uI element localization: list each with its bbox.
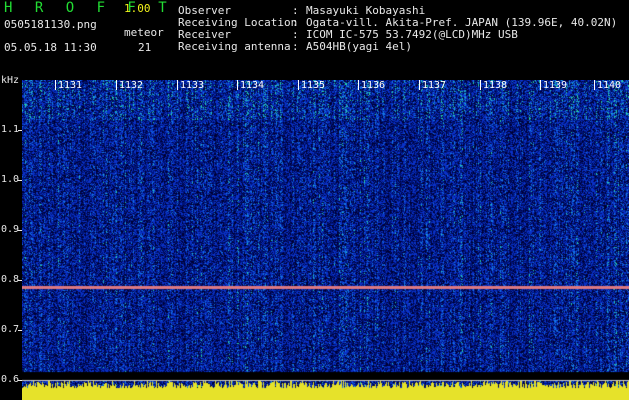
minute-tick bbox=[594, 80, 595, 90]
minute-label: 1135 bbox=[301, 80, 326, 91]
minute-label: 1136 bbox=[361, 80, 386, 91]
header-panel: H R O F F T 1.00 0505181130.png 05.05.18… bbox=[0, 0, 629, 80]
meteor-label: meteor bbox=[124, 26, 164, 39]
minute-label: 1132 bbox=[119, 80, 144, 91]
minute-tick bbox=[55, 80, 56, 90]
minute-tick bbox=[177, 80, 178, 90]
minute-label: 1138 bbox=[483, 80, 508, 91]
minute-tick bbox=[237, 80, 238, 90]
minute-tick bbox=[540, 80, 541, 90]
frequency-axis: kHz 1.1 1.0 0.9 0.8 0.7 0.6 bbox=[0, 75, 23, 400]
minute-tick bbox=[480, 80, 481, 90]
y-unit-label: kHz bbox=[1, 75, 20, 86]
minute-tick bbox=[116, 80, 117, 90]
minute-label: 1131 bbox=[58, 80, 83, 91]
spectrogram-canvas bbox=[22, 80, 629, 400]
minute-label: 1137 bbox=[422, 80, 447, 91]
app-version: 1.00 bbox=[124, 2, 151, 15]
minute-tick bbox=[358, 80, 359, 90]
minute-label: 1140 bbox=[597, 80, 622, 91]
y-tick-label: 0.9 bbox=[1, 224, 20, 235]
minute-label: 1134 bbox=[240, 80, 265, 91]
y-tick-label: 1.1 bbox=[1, 124, 20, 135]
y-tick-label: 0.8 bbox=[1, 274, 20, 285]
antenna-value: A504HB(yagi 4el) bbox=[306, 40, 412, 53]
minute-tick bbox=[298, 80, 299, 90]
y-tick-label: 0.7 bbox=[1, 324, 20, 335]
datetime-label: 05.05.18 11:30 bbox=[4, 41, 97, 54]
y-tick-label: 1.0 bbox=[1, 174, 20, 185]
minute-tick bbox=[419, 80, 420, 90]
minute-label: 1133 bbox=[180, 80, 205, 91]
meteor-count: 21 bbox=[138, 41, 152, 54]
antenna-label: Receiving antenna bbox=[178, 40, 291, 53]
minute-label: 1139 bbox=[543, 80, 568, 91]
y-tick-label: 0.6 bbox=[1, 374, 20, 385]
filename-label: 0505181130.png bbox=[4, 18, 97, 31]
